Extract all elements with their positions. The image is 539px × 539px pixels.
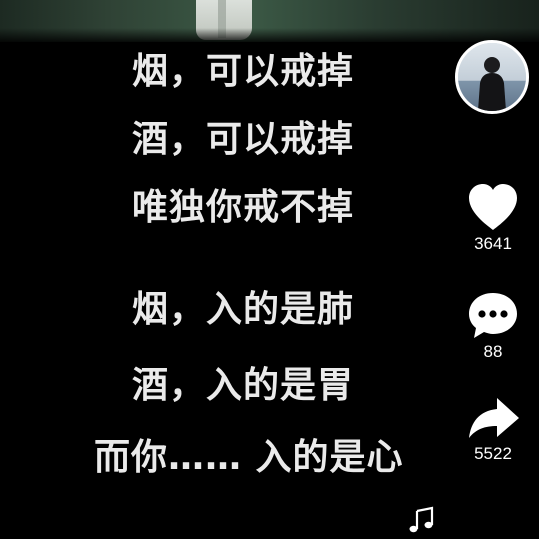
share-count: 5522 — [474, 444, 512, 463]
share-icon — [469, 398, 519, 438]
video-frame-top — [0, 0, 539, 42]
comment-count: 88 — [483, 342, 503, 361]
like-button[interactable]: 3641 — [458, 182, 528, 253]
video-frame-fade — [0, 28, 539, 42]
comment-button[interactable]: 88 — [458, 290, 528, 361]
comment-icon — [469, 293, 517, 338]
author-avatar[interactable] — [455, 40, 529, 114]
lyric-line-3: 唯独你戒不掉 — [132, 187, 355, 228]
lyric-line-5: 酒，入的是胃 — [132, 365, 355, 406]
avatar-photo — [458, 43, 526, 111]
like-count: 3641 — [474, 234, 512, 253]
music-note-icon[interactable] — [406, 505, 436, 535]
lyric-line-2: 酒，可以戒掉 — [132, 119, 355, 160]
lyric-line-4: 烟，入的是肺 — [132, 289, 355, 330]
heart-icon — [469, 184, 517, 230]
video-screen[interactable]: 烟，可以戒掉 酒，可以戒掉 唯独你戒不掉 烟，入的是肺 酒，入的是胃 而你…… … — [0, 0, 539, 539]
lyric-line-6: 而你…… 入的是心 — [94, 437, 404, 478]
share-button[interactable]: 5522 — [458, 396, 528, 463]
lyric-line-1: 烟，可以戒掉 — [132, 51, 355, 92]
